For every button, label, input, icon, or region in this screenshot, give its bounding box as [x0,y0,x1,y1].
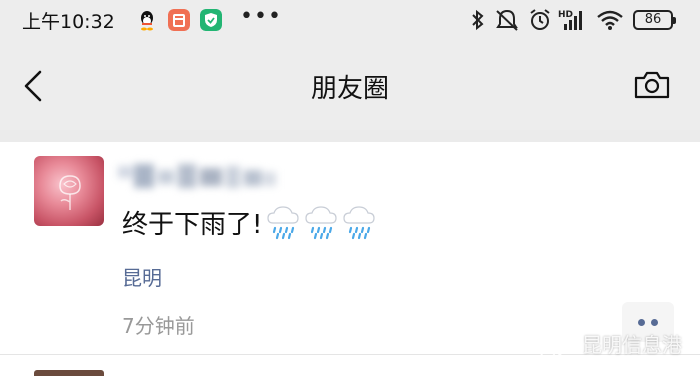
wifi-icon [597,10,623,30]
status-overflow: ••• [240,4,282,29]
avatar[interactable] [34,156,104,226]
status-time: 上午10:32 [22,11,115,33]
rose-icon [59,175,81,210]
post-time: 7分钟前 [122,314,195,338]
shield-app-icon [200,9,222,31]
more-icon-dot [651,319,658,326]
next-post-avatar[interactable] [34,370,104,376]
camera-icon[interactable] [633,70,671,100]
hd-signal-icon: HD [558,10,582,30]
post-text: 终于下雨了! [122,204,376,241]
page-title: 朋友圈 [310,74,389,104]
more-icon [638,319,645,326]
status-bar: 上午10:32 ••• HD 86 [0,0,700,40]
watermark-text: 昆明信息港 [582,333,682,357]
svg-text:HD: HD [558,10,573,20]
watermark-logo-icon [539,331,572,357]
app-icon [168,9,190,31]
battery-icon: 86 [633,10,676,30]
nav-bar: 朋友圈 [0,40,700,130]
qq-icon [141,11,153,31]
rain-cloud-emoji [343,206,376,240]
post-location[interactable]: 昆明 [122,262,162,291]
alarm-icon [530,9,550,30]
rain-cloud-emoji [305,206,338,240]
moment-post: 终于下雨了! 昆明 7分钟前 [0,142,700,354]
username-blurred[interactable] [118,160,278,194]
rain-cloud-emoji [267,206,300,240]
bluetooth-icon [472,9,484,31]
section-divider [0,130,700,142]
mute-icon [496,9,518,31]
post-body: 终于下雨了! [122,210,263,240]
watermark: 昆明信息港 [536,328,682,360]
